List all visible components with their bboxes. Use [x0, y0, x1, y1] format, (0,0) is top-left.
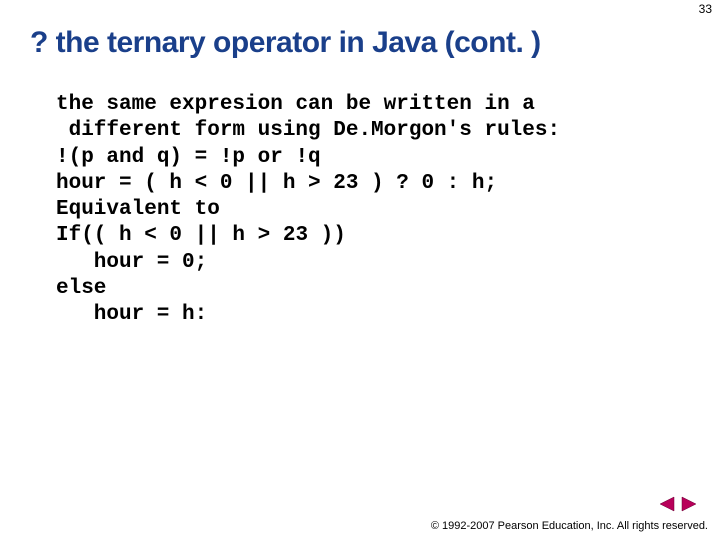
- code-line: different form using De.Morgon's rules:: [56, 118, 680, 144]
- page-number: 33: [699, 2, 712, 16]
- code-line: hour = h:: [56, 302, 680, 328]
- code-line: hour = ( h < 0 || h > 23 ) ? 0 : h;: [56, 171, 680, 197]
- code-line: hour = 0;: [56, 250, 680, 276]
- copyright-label: 1992-2007 Pearson Education, Inc. All ri…: [442, 520, 708, 532]
- slide-title: ? the ternary operator in Java (cont. ): [0, 0, 720, 70]
- code-line: Equivalent to: [56, 197, 680, 223]
- copyright-text: © 1992-2007 Pearson Education, Inc. All …: [431, 520, 708, 532]
- footer: © 1992-2007 Pearson Education, Inc. All …: [431, 520, 708, 532]
- code-line: the same expresion can be written in a: [56, 92, 680, 118]
- code-block: the same expresion can be written in a d…: [0, 70, 720, 328]
- code-line: !(p and q) = !p or !q: [56, 145, 680, 171]
- next-slide-icon[interactable]: [680, 496, 698, 512]
- nav-controls: [658, 496, 698, 512]
- prev-slide-icon[interactable]: [658, 496, 676, 512]
- code-line: If(( h < 0 || h > 23 )): [56, 223, 680, 249]
- code-line: else: [56, 276, 680, 302]
